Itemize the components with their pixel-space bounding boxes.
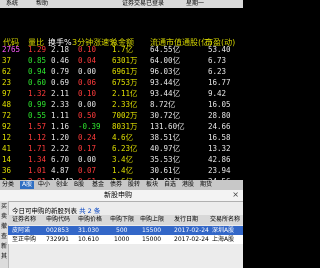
- login-status: 证券交易已登录: [122, 0, 165, 7]
- ipo-table-header: 证券名称 申购代码 申购价格 申购下限 申购上限 发行日期 交易所名称: [8, 215, 243, 225]
- th-exchange[interactable]: 交易所名称: [210, 215, 240, 225]
- ipo-subscription-dialog: 新股申购 × 买 卖 撤 查 新 其 今日可申购的新股列表 共 2 条 证券名称…: [0, 190, 243, 268]
- ipo-min: 500: [116, 227, 128, 234]
- side-other[interactable]: 其: [1, 253, 7, 260]
- ipo-min: 1000: [114, 236, 130, 243]
- th-min[interactable]: 申购下限: [110, 215, 134, 225]
- tab-sector[interactable]: 板块: [146, 181, 158, 189]
- menu-bar: 系统 帮助 证券交易已登录 星期一: [0, 0, 243, 8]
- ipo-date: 2017-02-24: [174, 227, 209, 234]
- tab-hk[interactable]: 港股: [182, 181, 194, 189]
- th-max[interactable]: 申购上限: [140, 215, 164, 225]
- ipo-name: 皮阿诺: [12, 227, 31, 234]
- tab-sme[interactable]: 中小: [38, 181, 50, 189]
- tab-fund[interactable]: 基金: [92, 181, 104, 189]
- dialog-title-bar: 新股申购 ×: [0, 190, 243, 202]
- th-name[interactable]: 证券名称: [12, 215, 36, 225]
- ipo-row[interactable]: 皮阿诺 002853 31.030 500 15500 2017-02-24 深…: [8, 226, 243, 235]
- ipo-date: 2017-02-24: [174, 236, 209, 243]
- ipo-exchange: 上海A股: [212, 236, 235, 243]
- th-price[interactable]: 申购价格: [78, 215, 102, 225]
- ipo-exchange: 深圳A股: [212, 227, 235, 234]
- ipo-code: 732991: [46, 236, 69, 243]
- tab-bond[interactable]: 债券: [110, 181, 122, 189]
- ipo-max: 15500: [142, 227, 162, 234]
- tab-b-shares[interactable]: B股: [74, 181, 84, 189]
- market-tabs: 分类 A股 中小 创业 B股 基金 债券 股转 板块 自选 港股 期货: [0, 180, 243, 190]
- side-cancel[interactable]: 撤: [1, 223, 7, 230]
- tab-watchlist[interactable]: 自选: [164, 181, 176, 189]
- ipo-count: 共 2 条: [79, 207, 101, 215]
- close-icon[interactable]: ×: [232, 190, 239, 200]
- th-code[interactable]: 申购代码: [46, 215, 70, 225]
- side-buy[interactable]: 买: [1, 203, 7, 210]
- menu-help[interactable]: 帮助: [36, 0, 48, 8]
- menu-system[interactable]: 系统: [6, 0, 18, 8]
- side-ipo[interactable]: 新: [1, 243, 7, 250]
- tab-a-shares[interactable]: A股: [20, 181, 35, 189]
- dialog-title: 新股申购: [104, 191, 132, 199]
- ipo-price: 31.030: [78, 227, 99, 234]
- side-sell[interactable]: 卖: [1, 213, 7, 220]
- ipo-max: 15000: [142, 236, 162, 243]
- ipo-row[interactable]: 至正申购 732991 10.610 1000 15000 2017-02-24…: [8, 235, 243, 244]
- ipo-name: 至正申购: [12, 236, 37, 243]
- ipo-list-label: 今日可申购的新股列表: [12, 207, 77, 215]
- side-query[interactable]: 查: [1, 233, 7, 240]
- th-date[interactable]: 发行日期: [174, 215, 198, 225]
- ipo-list-info: 今日可申购的新股列表 共 2 条: [12, 205, 100, 215]
- quote-grid: 2765 1.29 2.18 0.10 1.7亿 64.55亿 53.40 37…: [0, 44, 243, 186]
- tab-futures[interactable]: 期货: [200, 181, 212, 189]
- ipo-price: 10.610: [78, 236, 99, 243]
- tab-neeq[interactable]: 股转: [128, 181, 140, 189]
- weekday: 星期一: [186, 0, 205, 7]
- tab-gem[interactable]: 创业: [56, 181, 68, 189]
- tab-category[interactable]: 分类: [2, 181, 14, 189]
- ipo-code: 002853: [46, 227, 69, 234]
